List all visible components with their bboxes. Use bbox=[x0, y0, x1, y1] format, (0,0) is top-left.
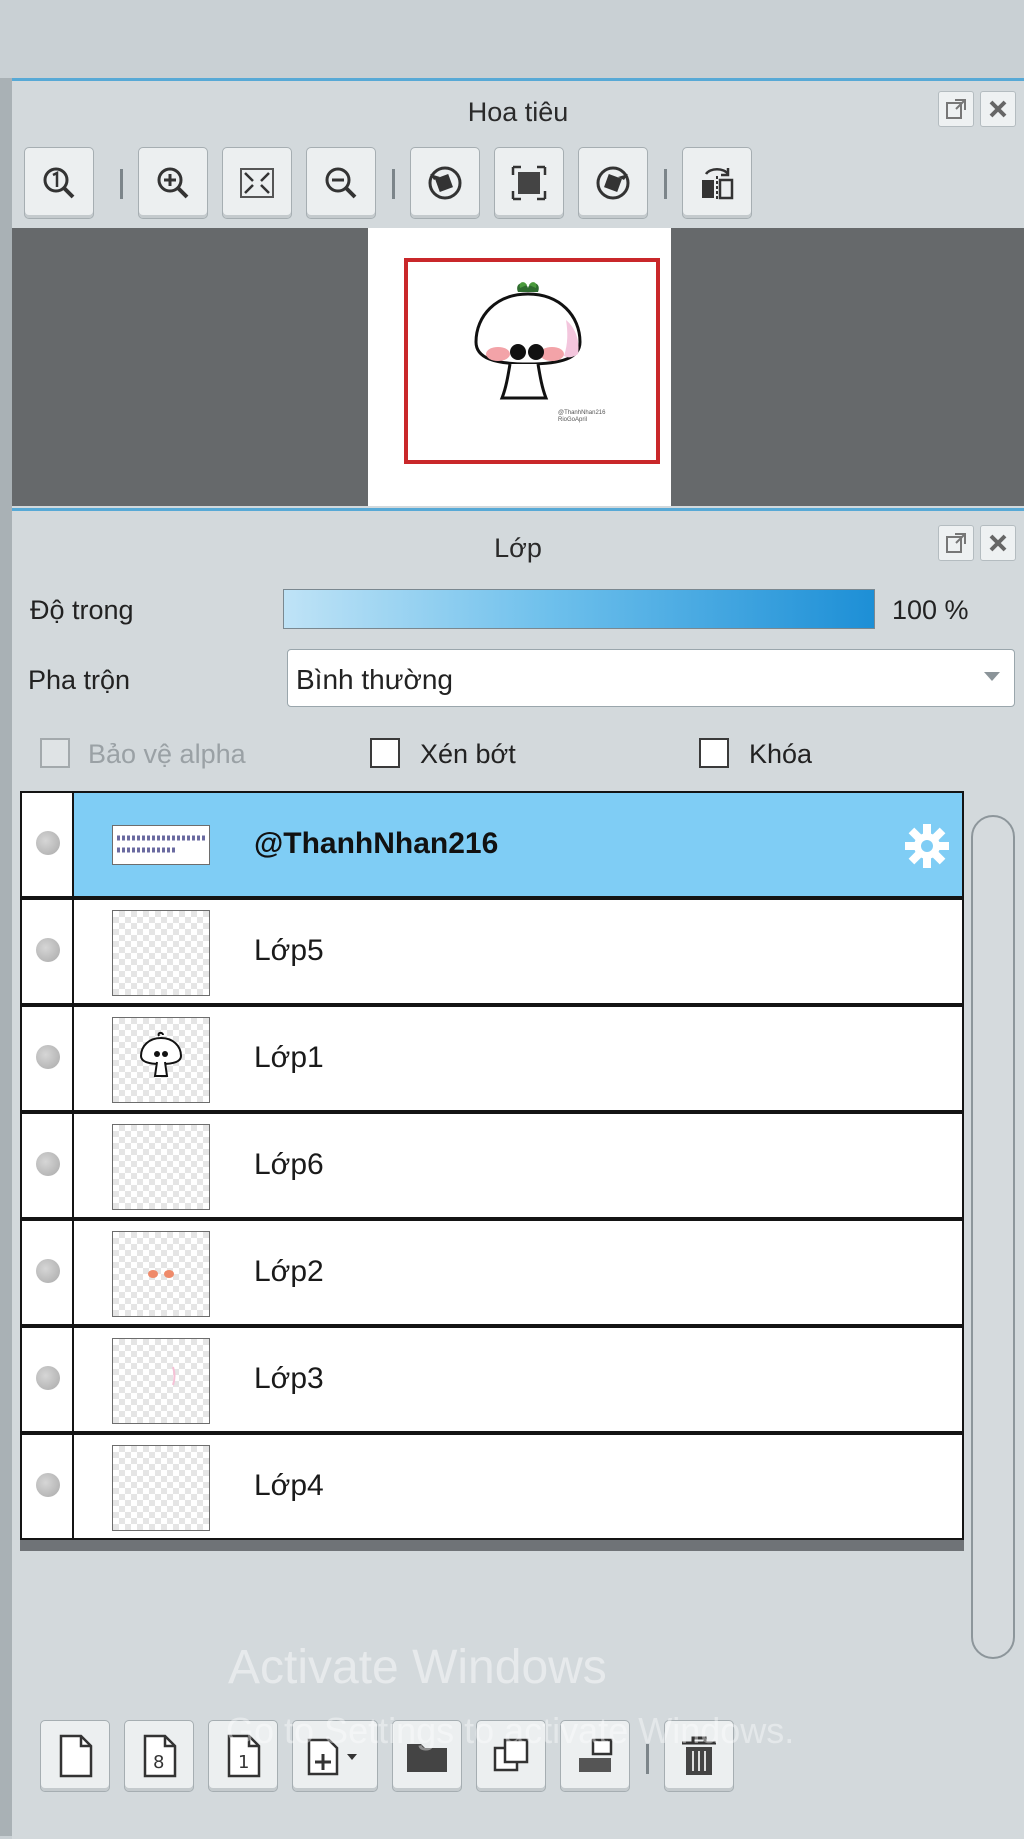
new-layer-icon[interactable] bbox=[40, 1720, 110, 1792]
svg-text:8: 8 bbox=[153, 1752, 164, 1773]
layer-row[interactable]: Lớp3 bbox=[20, 1326, 964, 1433]
canvas-thumbnail[interactable]: @ThanhNhan216 RioGoApril bbox=[368, 228, 671, 506]
layer-thumbnail bbox=[112, 1017, 210, 1103]
mushroom-character bbox=[474, 282, 582, 400]
clipping-label: Xén bớt bbox=[420, 739, 516, 769]
layer-name[interactable]: Lớp1 bbox=[254, 1041, 324, 1075]
layer-thumbnail bbox=[112, 1231, 210, 1317]
layer-name[interactable]: Lớp2 bbox=[254, 1255, 324, 1289]
layer-panel-title: Lớp bbox=[494, 533, 542, 563]
thumbnail-caption: @ThanhNhan216 RioGoApril bbox=[558, 410, 606, 423]
undock-icon[interactable] bbox=[938, 525, 974, 561]
gear-icon[interactable] bbox=[902, 821, 952, 871]
visibility-toggle[interactable] bbox=[36, 1152, 60, 1176]
left-dock-edge bbox=[0, 78, 12, 1836]
layer-name[interactable]: Lớp3 bbox=[254, 1362, 324, 1396]
layer-row[interactable]: @ThanhNhan216 bbox=[20, 791, 964, 898]
layer-name[interactable]: Lớp4 bbox=[254, 1469, 324, 1503]
visibility-toggle[interactable] bbox=[36, 1366, 60, 1390]
visibility-toggle[interactable] bbox=[36, 1045, 60, 1069]
layer-thumbnail bbox=[112, 825, 210, 865]
layer-name[interactable]: @ThanhNhan216 bbox=[254, 827, 498, 861]
opacity-slider[interactable] bbox=[283, 589, 875, 629]
layer-list: @ThanhNhan216 Lớp5 Lớp1 Lớp6 Lớp2 Lớp3 L… bbox=[20, 791, 964, 1551]
navigator-title: Hoa tiêu bbox=[467, 97, 569, 127]
visibility-toggle[interactable] bbox=[36, 1473, 60, 1497]
opacity-value: 100 % bbox=[892, 595, 969, 625]
chevron-down-icon bbox=[984, 672, 1000, 681]
navigator-panel: Hoa tiêu @ThanhNhan216 RioGoApril bbox=[12, 78, 1024, 509]
lock-label: Khóa bbox=[749, 739, 813, 769]
blend-mode-select[interactable]: Bình thường bbox=[287, 649, 1015, 707]
layer-thumbnail bbox=[112, 910, 210, 996]
toolbar-separator bbox=[664, 169, 667, 199]
zoom-in-icon[interactable] bbox=[138, 147, 208, 219]
rotate-reset-icon[interactable] bbox=[494, 147, 564, 219]
visibility-toggle[interactable] bbox=[36, 938, 60, 962]
layer-name[interactable]: Lớp5 bbox=[254, 934, 324, 968]
layer-row[interactable]: Lớp6 bbox=[20, 1112, 964, 1219]
visibility-toggle[interactable] bbox=[36, 831, 60, 855]
new-8bit-layer-icon[interactable]: 8 bbox=[124, 1720, 194, 1792]
view-frame[interactable]: @ThanhNhan216 RioGoApril bbox=[404, 258, 660, 464]
layer-row[interactable]: Lớp2 bbox=[20, 1219, 964, 1326]
layer-thumbnail bbox=[112, 1124, 210, 1210]
lock-checkbox[interactable] bbox=[699, 738, 729, 768]
zoom-actual-icon[interactable] bbox=[24, 147, 94, 219]
opacity-label: Độ trong bbox=[30, 595, 134, 625]
svg-text:1: 1 bbox=[238, 1752, 249, 1773]
fit-screen-icon[interactable] bbox=[222, 147, 292, 219]
scroll-thumb[interactable] bbox=[971, 815, 1015, 1659]
activate-windows-hint: Go to Settings to activate Windows. bbox=[226, 1710, 795, 1751]
activate-windows-watermark: Activate Windows bbox=[228, 1641, 607, 1694]
protect-alpha-label: Bảo vệ alpha bbox=[88, 739, 246, 769]
toolbar-separator bbox=[392, 169, 395, 199]
layer-row[interactable]: Lớp4 bbox=[20, 1433, 964, 1540]
visibility-toggle[interactable] bbox=[36, 1259, 60, 1283]
clipping-checkbox[interactable] bbox=[370, 738, 400, 768]
layer-name[interactable]: Lớp6 bbox=[254, 1148, 324, 1182]
undock-icon[interactable] bbox=[938, 91, 974, 127]
protect-alpha-checkbox[interactable] bbox=[40, 738, 70, 768]
toolbar-separator bbox=[120, 169, 123, 199]
layer-row[interactable]: Lớp1 bbox=[20, 1005, 964, 1112]
flip-horizontal-icon[interactable] bbox=[682, 147, 752, 219]
rotate-left-icon[interactable] bbox=[410, 147, 480, 219]
blend-label: Pha trộn bbox=[28, 665, 131, 695]
layer-row[interactable]: Lớp5 bbox=[20, 898, 964, 1005]
blend-mode-value: Bình thường bbox=[296, 664, 453, 695]
layer-list-scrollbar[interactable] bbox=[967, 801, 1017, 1659]
rotate-right-icon[interactable] bbox=[578, 147, 648, 219]
layer-thumbnail bbox=[112, 1445, 210, 1531]
close-icon[interactable] bbox=[980, 525, 1016, 561]
zoom-out-icon[interactable] bbox=[306, 147, 376, 219]
layer-thumbnail bbox=[112, 1338, 210, 1424]
navigator-viewport[interactable]: @ThanhNhan216 RioGoApril bbox=[12, 228, 1024, 506]
close-icon[interactable] bbox=[980, 91, 1016, 127]
